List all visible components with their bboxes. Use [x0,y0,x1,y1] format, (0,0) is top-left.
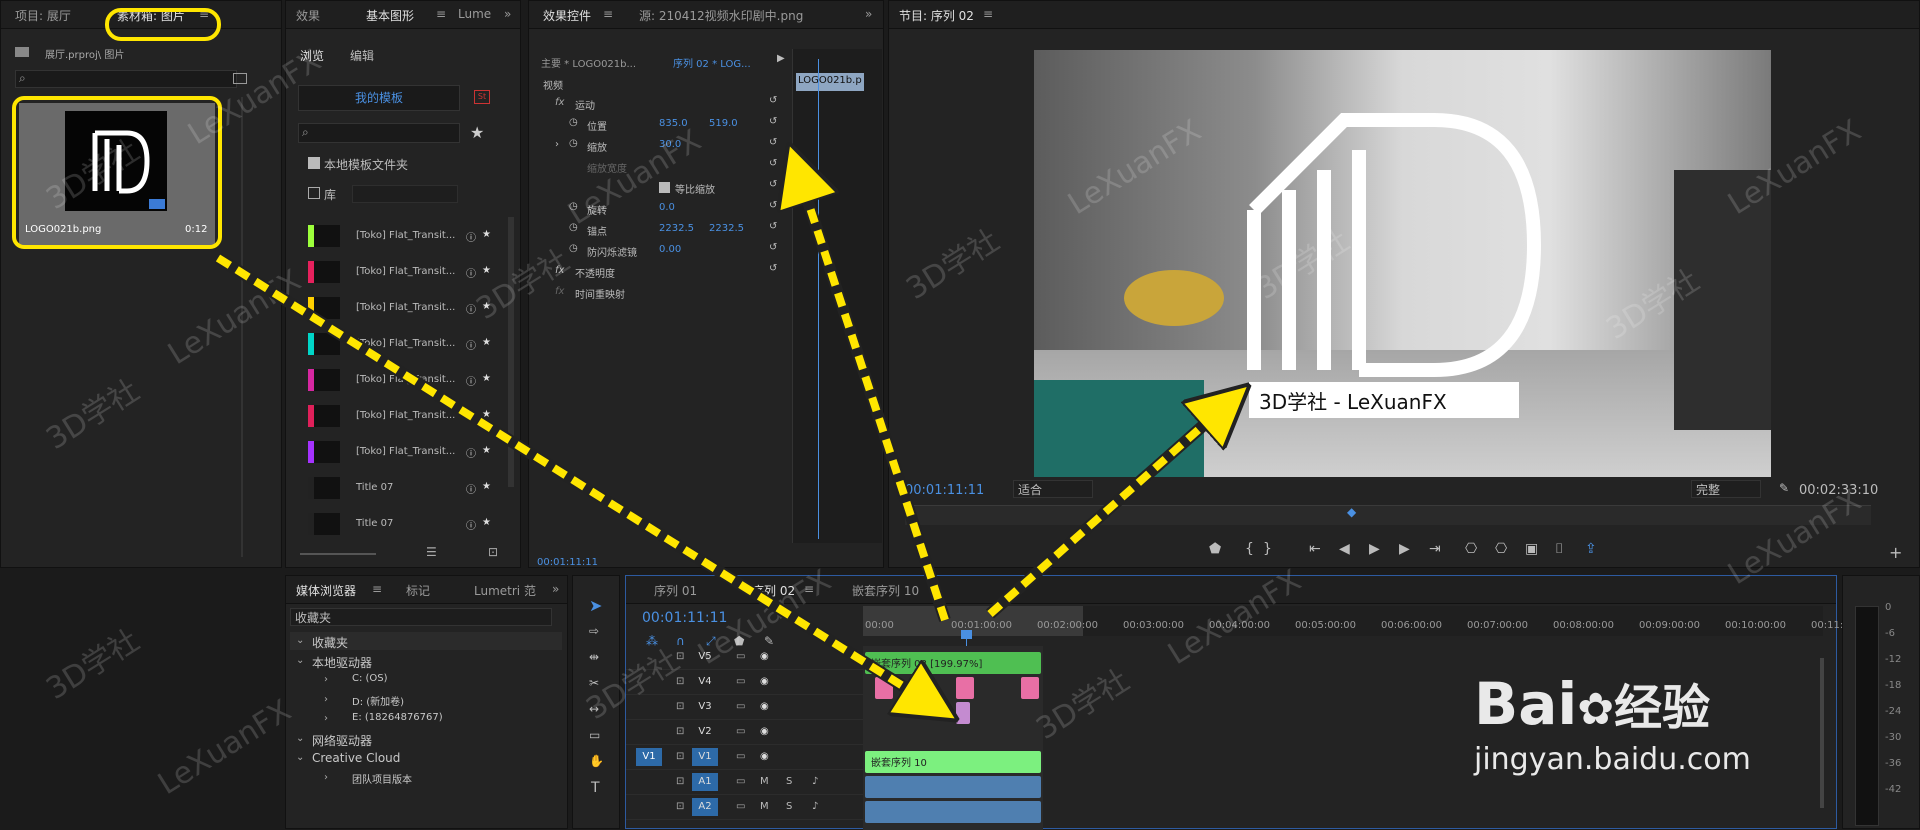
baidu-logo: Bai✿经验 [1474,668,1814,738]
baidu-paw-icon: ✿ [1577,684,1615,735]
baidu-logo-cn: 经验 [1614,680,1711,736]
baidu-logo-text: Bai [1474,670,1578,738]
baidu-url: jingyan.baidu.com [1474,742,1751,777]
arrow-track-to-logo [987,400,1232,617]
